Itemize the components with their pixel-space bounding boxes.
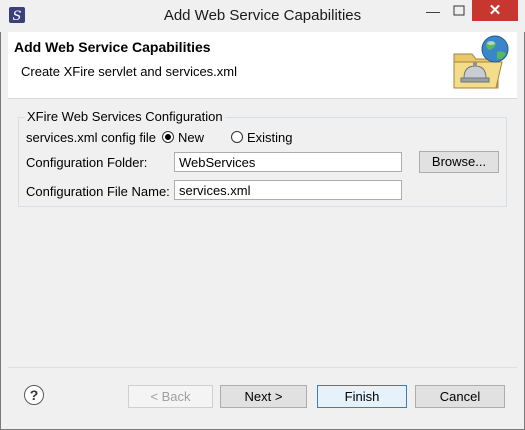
config-filename-field[interactable] (174, 180, 402, 200)
back-button[interactable]: < Back (128, 385, 213, 408)
config-folder-field[interactable] (174, 152, 402, 172)
cancel-button[interactable]: Cancel (415, 385, 505, 408)
radio-existing-indicator[interactable] (231, 131, 243, 143)
radio-new[interactable]: New (162, 130, 222, 146)
radio-existing-label: Existing (247, 130, 293, 145)
banner-title: Add Web Service Capabilities (14, 39, 211, 55)
config-folder-label: Configuration Folder: (26, 155, 148, 170)
minimize-button[interactable]: — (420, 0, 446, 22)
radio-existing[interactable]: Existing (231, 130, 311, 146)
wizard-page: XFire Web Services Configuration service… (8, 99, 517, 367)
finish-button[interactable]: Finish (317, 385, 407, 408)
config-file-label: services.xml config file (26, 130, 157, 145)
browse-button[interactable]: Browse... (419, 151, 499, 173)
wizard-banner: Add Web Service Capabilities Create XFir… (8, 32, 517, 99)
config-filename-label: Configuration File Name: (26, 184, 170, 199)
radio-new-indicator[interactable] (162, 131, 174, 143)
close-button[interactable]: ✕ (472, 0, 518, 21)
group-title: XFire Web Services Configuration (25, 109, 225, 124)
maximize-button[interactable] (446, 0, 472, 22)
footer-separator (8, 367, 517, 368)
next-button[interactable]: Next > (220, 385, 307, 408)
title-bar[interactable]: S Add Web Service Capabilities — ✕ (0, 0, 525, 32)
globe-bell-folder-icon (442, 32, 512, 96)
help-icon[interactable]: ? (24, 385, 44, 405)
banner-description: Create XFire servlet and services.xml (21, 64, 238, 79)
radio-new-label: New (178, 130, 205, 145)
